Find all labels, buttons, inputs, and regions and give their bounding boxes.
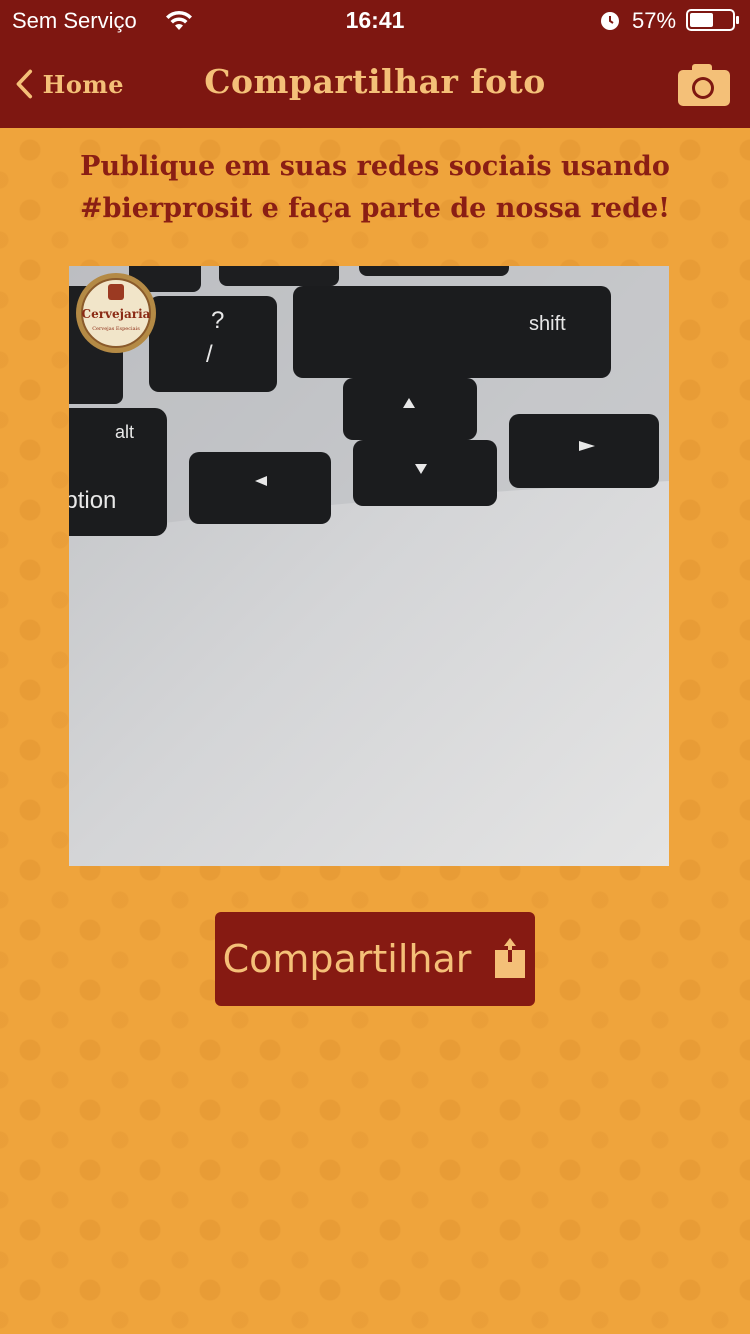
alarm-icon	[601, 12, 619, 30]
badge-subtext: Cervejas Especiais	[92, 326, 140, 332]
share-icon	[495, 938, 526, 978]
brewery-badge: Cervejaria Cervejas Especiais	[76, 273, 156, 353]
badge-text: Cervejaria	[82, 307, 151, 321]
top-bar: Sem Serviço 16:41 57% Home Compartilhar …	[0, 0, 750, 128]
key-slash: /	[206, 341, 213, 368]
key-option: option	[69, 487, 116, 514]
key-shift: shift	[529, 313, 566, 335]
share-button[interactable]: Compartilhar	[215, 912, 535, 1006]
key-alt: alt	[115, 422, 134, 442]
status-bar: Sem Serviço 16:41 57%	[0, 0, 750, 40]
key-question: ?	[211, 307, 224, 334]
shared-photo: ? / shift alt option Cervejaria Cervejas…	[69, 266, 669, 866]
battery-percentage: 57%	[632, 8, 677, 33]
keyboard-photo: ? / shift alt option	[69, 266, 669, 866]
share-button-label: Compartilhar	[222, 937, 472, 981]
camera-icon[interactable]	[676, 62, 732, 108]
instruction-text: Publique em suas redes sociais usando #b…	[80, 151, 670, 224]
battery-icon	[686, 9, 739, 31]
page-title: Compartilhar foto	[204, 62, 546, 101]
navigation-bar: Home Compartilhar foto	[0, 40, 750, 128]
